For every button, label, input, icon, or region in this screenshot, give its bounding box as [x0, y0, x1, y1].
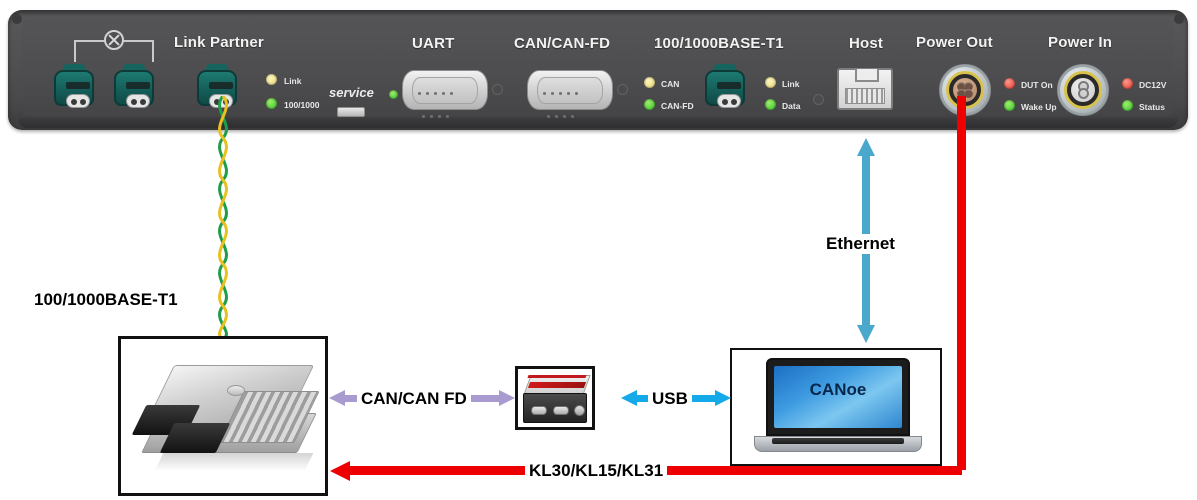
dsub-pins — [541, 82, 599, 123]
power-line-label: KL30/KL15/KL31 — [525, 461, 668, 481]
t1-body — [54, 70, 94, 108]
t1-contacts — [126, 94, 150, 108]
laptop-display: CANoe — [774, 366, 902, 428]
t1-contacts — [717, 94, 741, 108]
section-label-power-in: Power In — [1048, 34, 1113, 51]
led-link-partner-link — [266, 74, 277, 85]
ecu-knob — [227, 385, 245, 396]
section-label-host: Host — [849, 35, 884, 52]
power-line-vertical — [957, 96, 966, 470]
uart-screw-right — [492, 84, 503, 95]
ecu-reflection — [154, 453, 314, 471]
base-t1-screw — [813, 94, 824, 105]
led-base-t1-link — [765, 77, 776, 88]
t1-slot — [209, 82, 233, 89]
service-label: service — [329, 85, 374, 100]
section-label-can-canfd: CAN/CAN-FD — [514, 35, 611, 52]
uart-dsub9-connector[interactable] — [402, 70, 488, 118]
t1-connector-1[interactable] — [52, 62, 96, 108]
canif-port-2 — [553, 406, 569, 415]
service-micro-usb-port[interactable] — [337, 107, 365, 117]
power-line-arrow-head — [330, 461, 350, 481]
t1-body — [705, 70, 745, 108]
ethernet-label: Ethernet — [822, 234, 899, 254]
led-label-link: Link — [284, 76, 302, 86]
can-interface-box[interactable] — [515, 366, 595, 430]
ecu-device-box[interactable] — [118, 336, 328, 496]
led-label-data: Data — [782, 101, 801, 111]
led-label-can: CAN — [661, 79, 680, 89]
led-dut-on — [1004, 78, 1015, 89]
canif-red-edge — [527, 375, 587, 378]
section-label-base-t1: 100/1000BASE-T1 — [654, 35, 784, 52]
ecu-image — [131, 361, 320, 471]
led-can-fd — [644, 99, 655, 110]
twisted-pair-cable — [218, 96, 228, 339]
led-dc12v — [1122, 78, 1133, 89]
arrow-head-down — [857, 325, 875, 343]
can-screw-right — [617, 84, 628, 95]
can-interface-image — [523, 375, 591, 425]
led-label-status: Status — [1139, 102, 1165, 112]
power-in-ring — [1064, 71, 1102, 109]
usb-label: USB — [648, 389, 692, 409]
device-front-panel: Link Partner Link 100/1000 service UART … — [8, 10, 1188, 130]
power-in-core — [1071, 78, 1095, 102]
led-label-link-2: Link — [782, 79, 800, 89]
laptop-keyboard — [772, 438, 904, 444]
led-status — [1122, 100, 1133, 111]
led-can — [644, 77, 655, 88]
rj45-contacts — [845, 88, 885, 104]
section-label-link-partner: Link Partner — [174, 34, 264, 51]
t1-body — [114, 70, 154, 108]
t1-slot — [126, 82, 150, 89]
can-canfd-label: CAN/CAN FD — [357, 389, 471, 409]
power-in-connector[interactable] — [1057, 64, 1109, 116]
section-label-uart: UART — [412, 35, 455, 52]
led-label-dut-on: DUT On — [1021, 80, 1053, 90]
canif-port-1 — [531, 406, 547, 415]
section-label-power-out: Power Out — [916, 34, 993, 51]
host-rj45-port[interactable] — [837, 68, 893, 110]
laptop-screen-bezel: CANoe — [766, 358, 910, 436]
rj45-latch — [855, 69, 879, 82]
led-label-can-fd: CAN-FD — [661, 101, 694, 111]
led-wake-up — [1004, 100, 1015, 111]
led-link-partner-speed — [266, 98, 277, 109]
crossover-x-icon — [104, 30, 124, 50]
led-base-t1-data — [765, 99, 776, 110]
t1-slot — [66, 82, 90, 89]
led-label-100-1000: 100/1000 — [284, 100, 320, 110]
laptop-image: CANoe — [754, 358, 922, 460]
can-dsub9-connector[interactable] — [527, 70, 613, 118]
t1-contacts — [66, 94, 90, 108]
laptop-box[interactable]: CANoe — [730, 348, 942, 466]
t1-connector-2[interactable] — [112, 62, 156, 108]
led-service — [389, 90, 398, 99]
t1-slot — [717, 82, 741, 89]
arrow-head-right — [499, 390, 515, 406]
canoe-app-label: CANoe — [809, 380, 867, 399]
dsub-pins — [416, 82, 474, 123]
canif-front-panel — [523, 393, 587, 423]
led-label-dc12v: DC12V — [1139, 80, 1167, 90]
canif-round-port — [574, 405, 585, 416]
led-label-wake-up: Wake Up — [1021, 102, 1057, 112]
t1-connector-dut[interactable] — [703, 62, 747, 108]
arrow-head-right — [715, 390, 731, 406]
ecu-interface-label: 100/1000BASE-T1 — [34, 290, 178, 309]
canif-red-stripe — [527, 382, 587, 388]
